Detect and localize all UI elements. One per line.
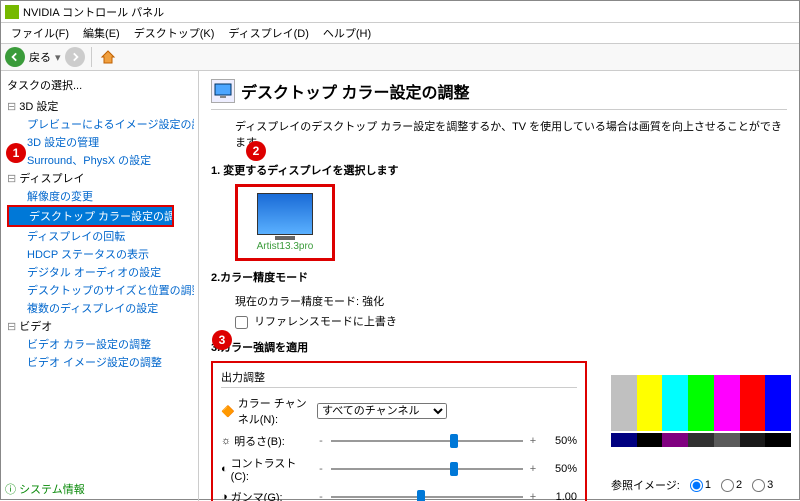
menu-help[interactable]: ヘルプ(H) xyxy=(317,23,377,43)
tree-item-preview[interactable]: プレビューによるイメージ設定の調整 xyxy=(7,115,194,133)
menu-bar: ファイル(F) 編集(E) デスクトップ(K) ディスプレイ(D) ヘルプ(H) xyxy=(1,23,799,43)
brightness-slider[interactable] xyxy=(331,433,523,449)
reference-label: 参照イメージ: xyxy=(611,477,680,493)
menu-display[interactable]: ディスプレイ(D) xyxy=(222,23,315,43)
annotation-badge-2: 2 xyxy=(246,141,266,161)
arrow-right-icon xyxy=(69,51,81,63)
contrast-label: コントラスト(C): xyxy=(231,455,311,483)
content-panel: デスクトップ カラー設定の調整 ディスプレイのデスクトップ カラー設定を調整する… xyxy=(199,71,799,501)
gamma-label: ガンマ(G): xyxy=(231,489,283,501)
tree-group-video[interactable]: ビデオ xyxy=(7,317,194,335)
tree-item-3d-manage[interactable]: 3D 設定の管理 xyxy=(7,133,194,151)
monitor-thumb-icon xyxy=(257,193,313,235)
annotation-badge-1: 1 xyxy=(6,143,26,163)
home-icon xyxy=(100,49,116,65)
menu-file[interactable]: ファイル(F) xyxy=(5,23,75,43)
toolbar: 戻る ▾ xyxy=(1,43,799,71)
ref-opt-1[interactable]: 1 xyxy=(690,479,711,492)
nvidia-logo-icon xyxy=(5,5,19,19)
tree-item-size-pos[interactable]: デスクトップのサイズと位置の調整 xyxy=(7,281,194,299)
channel-select[interactable]: すべてのチャンネル xyxy=(317,403,447,419)
section2-heading: 2.カラー精度モード xyxy=(211,269,787,285)
menu-desktop[interactable]: デスクトップ(K) xyxy=(128,23,221,43)
tree-item-video-image[interactable]: ビデオ イメージ設定の調整 xyxy=(7,353,194,371)
tree-item-resolution[interactable]: 解像度の変更 xyxy=(7,187,194,205)
channel-label: カラー チャンネル(N): xyxy=(238,395,311,427)
page-header: デスクトップ カラー設定の調整 xyxy=(211,79,787,110)
reference-image-preview: 参照イメージ: 1 2 3 xyxy=(611,375,791,493)
title-bar: NVIDIA コントロール パネル xyxy=(1,1,799,23)
annotation-badge-3: 3 xyxy=(212,330,232,350)
reference-mode-checkbox-row: リファレンスモードに上書き xyxy=(235,311,787,331)
tree-item-desktop-color[interactable]: デスクトップ カラー設定の調整 xyxy=(7,205,174,227)
page-title: デスクトップ カラー設定の調整 xyxy=(241,79,469,103)
palette-icon: 🔶 xyxy=(221,405,235,418)
channel-row: 🔶カラー チャンネル(N): すべてのチャンネル xyxy=(221,392,577,430)
current-mode: 現在のカラー精度モード: 強化 xyxy=(235,291,787,311)
contrast-icon: ◐ xyxy=(221,463,228,475)
brightness-label: 明るさ(B): xyxy=(234,433,285,449)
contrast-value: 50% xyxy=(543,463,577,475)
ref-opt-2[interactable]: 2 xyxy=(721,479,742,492)
sidebar-title: タスクの選択... xyxy=(5,75,194,95)
brightness-row: ☼明るさ(B): - + 50% xyxy=(221,430,577,452)
back-label: 戻る xyxy=(29,49,51,65)
display-name: Artist13.3pro xyxy=(244,241,326,252)
tree-item-multi-display[interactable]: 複数のディスプレイの設定 xyxy=(7,299,194,317)
gamma-row: ◑ガンマ(G): - + 1.00 xyxy=(221,486,577,501)
arrow-left-icon xyxy=(9,51,21,63)
tree-item-surround[interactable]: Surround、PhysX の設定 xyxy=(7,151,194,169)
output-adjust-section: 出力調整 🔶カラー チャンネル(N): すべてのチャンネル ☼明るさ(B): -… xyxy=(211,361,587,501)
system-info-link[interactable]: システム情報 xyxy=(5,481,85,497)
tree-item-rotate[interactable]: ディスプレイの回転 xyxy=(7,227,194,245)
sidebar: タスクの選択... 3D 設定 プレビューによるイメージ設定の調整 3D 設定の… xyxy=(1,71,199,501)
gamma-slider[interactable] xyxy=(331,489,523,501)
tree-item-video-color[interactable]: ビデオ カラー設定の調整 xyxy=(7,335,194,353)
menu-edit[interactable]: 編集(E) xyxy=(77,23,126,43)
page-description: ディスプレイのデスクトップ カラー設定を調整するか、TV を使用している場合は画… xyxy=(235,118,787,150)
monitor-icon xyxy=(211,79,235,103)
forward-button[interactable] xyxy=(65,47,85,67)
section3-heading: 3.カラー強調を適用 xyxy=(211,339,787,355)
tree-group-3d[interactable]: 3D 設定 xyxy=(7,97,194,115)
window-title: NVIDIA コントロール パネル xyxy=(23,4,164,20)
tree-item-hdcp[interactable]: HDCP ステータスの表示 xyxy=(7,245,194,263)
brightness-value: 50% xyxy=(543,435,577,447)
reference-mode-label: リファレンスモードに上書き xyxy=(254,316,397,328)
tree-item-audio[interactable]: デジタル オーディオの設定 xyxy=(7,263,194,281)
tree-group-display[interactable]: ディスプレイ xyxy=(7,169,194,187)
task-tree: 3D 設定 プレビューによるイメージ設定の調整 3D 設定の管理 Surroun… xyxy=(5,95,194,371)
section1-heading: 1. 変更するディスプレイを選択します xyxy=(211,162,787,178)
output-heading: 出力調整 xyxy=(221,369,577,388)
ref-opt-3[interactable]: 3 xyxy=(752,479,773,492)
contrast-row: ◐コントラスト(C): - + 50% xyxy=(221,452,577,486)
main-area: タスクの選択... 3D 設定 プレビューによるイメージ設定の調整 3D 設定の… xyxy=(1,71,799,501)
reference-mode-checkbox[interactable] xyxy=(235,316,248,329)
sun-icon: ☼ xyxy=(221,435,231,447)
reference-image-row: 参照イメージ: 1 2 3 xyxy=(611,477,791,493)
home-button[interactable] xyxy=(98,47,118,67)
display-selector[interactable]: Artist13.3pro xyxy=(235,184,335,261)
back-button[interactable] xyxy=(5,47,25,67)
contrast-slider[interactable] xyxy=(331,461,523,477)
